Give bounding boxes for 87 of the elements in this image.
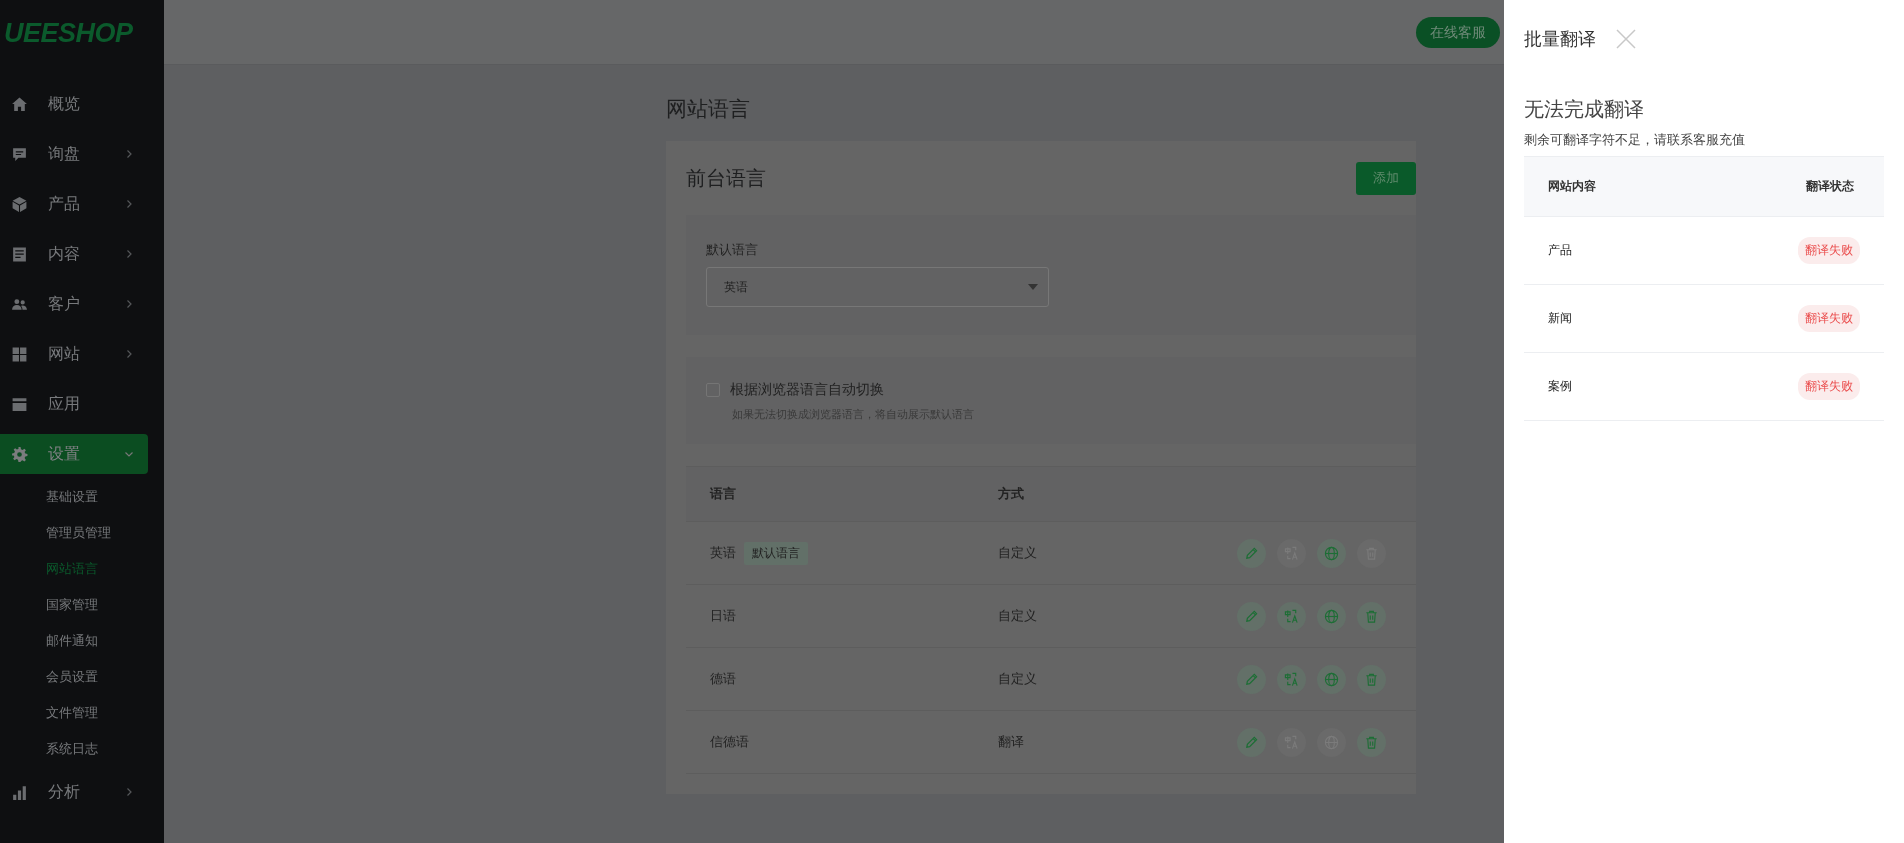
drawer-message: 剩余可翻译字符不足，请联系客服充值	[1524, 131, 1746, 149]
globe-icon	[1324, 545, 1339, 561]
sidebar-item[interactable]: 概览	[0, 84, 148, 124]
language-select[interactable]: 英语	[706, 267, 1049, 307]
sidebar-item[interactable]: 询盘	[0, 134, 148, 174]
sidebar-item[interactable]: 应用	[0, 384, 148, 424]
status-badge: 翻译失败	[1798, 305, 1860, 332]
logo: UEESHOP	[3, 17, 134, 50]
default-tag: 默认语言	[744, 541, 808, 565]
translate-button[interactable]	[1277, 664, 1306, 694]
pencil-icon	[1244, 734, 1259, 750]
globe-button[interactable]	[1317, 601, 1346, 631]
close-icon[interactable]	[1616, 29, 1636, 49]
sidebar-subitem[interactable]: 基础设置	[0, 479, 164, 515]
sidebar-item[interactable]: 内容	[0, 234, 148, 274]
settings-icon	[11, 445, 28, 463]
sidebar-item[interactable]: 网站	[0, 334, 148, 374]
drawer-heading: 无法完成翻译	[1524, 97, 1645, 122]
card-title: 前台语言	[686, 165, 766, 191]
trash-icon	[1364, 608, 1379, 624]
sidebar-subitem[interactable]: 文件管理	[0, 695, 164, 731]
table-cell-text: 自定义	[998, 607, 1038, 625]
sidebar-subitem[interactable]: 管理员管理	[0, 515, 164, 551]
translate-icon	[1284, 671, 1299, 687]
column-header: 翻译状态	[1806, 178, 1854, 195]
trash-icon	[1364, 671, 1379, 687]
table-cell-text: 翻译	[998, 733, 1025, 751]
table-cell: 日语	[710, 607, 736, 625]
edit-button[interactable]	[1237, 664, 1266, 694]
support-button[interactable]: 在线客服	[1416, 17, 1500, 48]
globe-icon	[1324, 671, 1339, 687]
table-cell: 产品	[1548, 242, 1572, 259]
chevron-icon	[124, 787, 134, 797]
sidebar-item[interactable]: 分析	[0, 772, 148, 812]
sidebar-item[interactable]: 客户	[0, 284, 148, 324]
checkbox-label: 根据浏览器语言自动切换	[730, 381, 884, 399]
table-cell: 信德语	[710, 733, 749, 751]
column-header: 语言	[710, 485, 737, 503]
globe-button[interactable]	[1317, 538, 1346, 568]
chevron-icon	[124, 449, 134, 459]
sidebar-subitem[interactable]: 邮件通知	[0, 623, 164, 659]
chevron-icon	[124, 349, 134, 359]
sidebar-item[interactable]: 设置	[0, 434, 148, 474]
document-icon	[11, 245, 28, 263]
grid-icon	[11, 345, 28, 363]
pencil-icon	[1244, 671, 1259, 687]
sidebar-subitem[interactable]: 系统日志	[0, 731, 164, 767]
chat-icon	[11, 145, 28, 163]
sidebar-item[interactable]: 产品	[0, 184, 148, 224]
chevron-icon	[124, 299, 134, 309]
delete-button[interactable]	[1357, 664, 1386, 694]
table-cell: 英语	[710, 544, 736, 562]
globe-icon	[1324, 608, 1339, 624]
edit-button[interactable]	[1237, 601, 1266, 631]
table-cell: 案例	[1548, 378, 1572, 395]
table-cell: 新闻	[1548, 310, 1572, 327]
chevron-icon	[124, 199, 134, 209]
sidebar-subitem[interactable]: 国家管理	[0, 587, 164, 623]
delete-button[interactable]	[1357, 601, 1386, 631]
pencil-icon	[1244, 545, 1259, 561]
sidebar-subitem[interactable]: 网站语言	[0, 551, 164, 587]
status-badge: 翻译失败	[1798, 237, 1860, 264]
drawer-title: 批量翻译	[1524, 28, 1596, 51]
status-badge: 翻译失败	[1798, 373, 1860, 400]
store-icon	[11, 395, 28, 413]
edit-button[interactable]	[1237, 538, 1266, 568]
box-icon	[11, 195, 28, 213]
caret-icon	[1028, 284, 1038, 290]
delete-button[interactable]	[1357, 727, 1386, 757]
globe-button[interactable]	[1317, 664, 1346, 694]
table-cell-text: 自定义	[998, 544, 1038, 562]
trash-icon	[1364, 734, 1379, 750]
edit-button[interactable]	[1237, 727, 1266, 757]
pencil-icon	[1244, 608, 1259, 624]
column-header: 网站内容	[1548, 178, 1596, 195]
field-label: 默认语言	[706, 241, 759, 259]
page-title: 网站语言	[666, 96, 751, 122]
table-cell: 德语	[710, 670, 736, 688]
chevron-icon	[124, 249, 134, 259]
sidebar-subitem[interactable]: 会员设置	[0, 659, 164, 695]
translate-button[interactable]	[1277, 601, 1306, 631]
home-icon	[11, 95, 28, 113]
chevron-icon	[124, 149, 134, 159]
bar-chart-icon	[11, 783, 28, 801]
table-cell-text: 自定义	[998, 670, 1038, 688]
column-header: 方式	[998, 485, 1025, 503]
translate-icon	[1284, 608, 1299, 624]
